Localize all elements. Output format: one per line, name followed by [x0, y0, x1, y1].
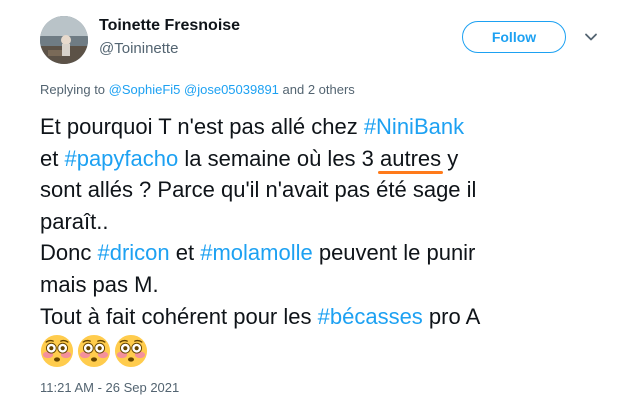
tweet-text-segment: Et pourquoi T n'est pas allé chez — [40, 114, 364, 139]
hashtag-molamolle[interactable]: #molamolle — [200, 240, 313, 265]
tweet-line-1: Et pourquoi T n'est pas allé chez #NiniB… — [40, 111, 612, 143]
hashtag-ninibank[interactable]: #NiniBank — [364, 114, 464, 139]
tweet-line-6: mais pas M. — [40, 271, 159, 297]
tweet-text-segment: peuvent le punir — [312, 240, 476, 266]
flushed-face-emoji — [77, 334, 111, 368]
follow-button[interactable]: Follow — [462, 21, 566, 53]
tweet-text-segment: pro A — [422, 303, 481, 329]
orange-underline-annotation — [378, 170, 444, 174]
author-handle[interactable]: @Toininette — [99, 40, 178, 57]
reply-prefix: Replying to — [40, 82, 109, 97]
chevron-down-icon[interactable] — [583, 29, 599, 45]
avatar[interactable] — [40, 16, 88, 64]
tweet-text: Et pourquoi T n'est pas allé chez #NiniB… — [40, 111, 612, 332]
tweet-line-3: sont allés ? Parce qu'il n'avait pas été… — [40, 177, 477, 203]
tweet-line-2: et #papyfacho la semaine où les 3 autres… — [40, 143, 612, 175]
author-display-name[interactable]: Toinette Fresnoise — [99, 17, 240, 35]
reply-mention-1[interactable]: @SophieFi5 — [109, 82, 181, 97]
hashtag-dricon[interactable]: #dricon — [97, 240, 169, 265]
highlighted-word-text: autres — [380, 145, 442, 171]
emoji-row — [40, 334, 148, 368]
tweet-timestamp[interactable]: 11:21 AM - 26 Sep 2021 — [40, 380, 179, 395]
hashtag-becasses[interactable]: #bécasses — [318, 304, 423, 329]
tweet-card: Toinette Fresnoise @Toininette Follow Re… — [0, 0, 622, 404]
avatar-photo — [40, 16, 88, 64]
tweet-line-5: Donc #dricon et #molamolle peuvent le pu… — [40, 237, 612, 269]
tweet-line-7: Tout à fait cohérent pour les #bécasses … — [40, 301, 612, 333]
highlighted-word: autres — [378, 145, 444, 174]
flushed-face-emoji — [114, 334, 148, 368]
tweet-text-segment: y — [441, 145, 459, 171]
tweet-text-segment: Donc — [40, 240, 98, 266]
tweet-text-segment: et — [169, 240, 201, 266]
hashtag-papyfacho[interactable]: #papyfacho — [64, 146, 178, 171]
tweet-line-4: paraît.. — [40, 208, 109, 234]
flushed-face-emoji — [40, 334, 74, 368]
reply-suffix: and 2 others — [278, 82, 355, 97]
reply-context: Replying to @SophieFi5 @jose05039891 and… — [40, 82, 355, 97]
tweet-text-segment: et — [40, 145, 65, 171]
tweet-text-segment: la semaine où les 3 — [178, 145, 381, 171]
tweet-text-segment: Tout à fait cohérent pour les — [40, 303, 318, 329]
reply-mention-2[interactable]: @jose05039891 — [184, 82, 279, 97]
